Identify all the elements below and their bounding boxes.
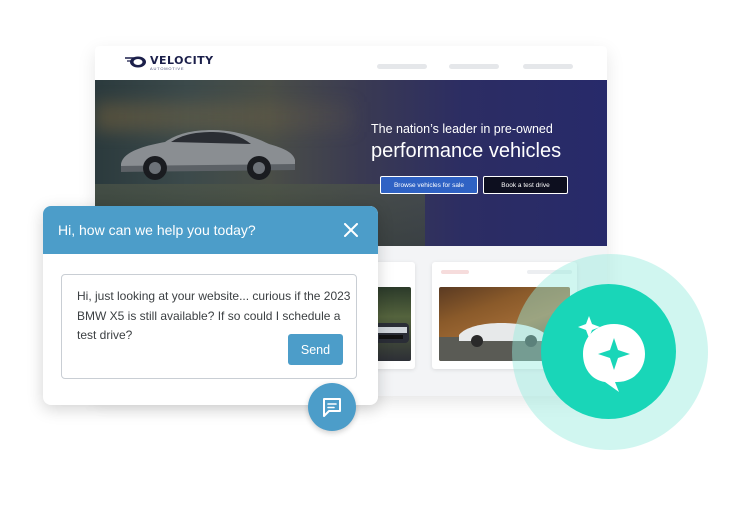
chat-header: Hi, how can we help you today? bbox=[43, 206, 378, 254]
nav-item-placeholder[interactable] bbox=[523, 64, 573, 69]
card-tag bbox=[441, 270, 469, 274]
hero-title: performance vehicles bbox=[371, 140, 562, 162]
site-header: VELOCITY AUTOMOTIVE bbox=[95, 46, 607, 80]
sports-car-image bbox=[121, 130, 295, 180]
logo-subtitle: AUTOMOTIVE bbox=[150, 66, 185, 71]
chat-widget: Hi, how can we help you today? Hi, just … bbox=[43, 206, 378, 405]
chat-launcher-button[interactable] bbox=[308, 383, 356, 431]
logo-name: VELOCITY bbox=[150, 54, 214, 67]
velocity-logo[interactable]: VELOCITY AUTOMOTIVE bbox=[125, 55, 214, 71]
nav-item-placeholder[interactable] bbox=[377, 64, 427, 69]
chat-bubble-icon bbox=[323, 398, 341, 417]
sparkle-chat-icon bbox=[577, 315, 645, 392]
send-button[interactable]: Send bbox=[288, 334, 343, 365]
vehicle-image bbox=[375, 287, 411, 361]
logo-mark-icon bbox=[125, 56, 146, 68]
book-test-drive-button[interactable]: Book a test drive bbox=[483, 176, 568, 194]
hero-subtitle: The nation’s leader in pre-owned bbox=[371, 122, 553, 136]
close-button[interactable] bbox=[339, 218, 363, 242]
close-icon bbox=[344, 223, 358, 237]
browse-vehicles-button[interactable]: Browse vehicles for sale bbox=[380, 176, 478, 194]
chat-message-input[interactable]: Hi, just looking at your website... curi… bbox=[61, 274, 357, 379]
chat-title: Hi, how can we help you today? bbox=[58, 222, 256, 238]
ai-assistant-button[interactable] bbox=[541, 284, 676, 419]
nav-item-placeholder[interactable] bbox=[449, 64, 499, 69]
